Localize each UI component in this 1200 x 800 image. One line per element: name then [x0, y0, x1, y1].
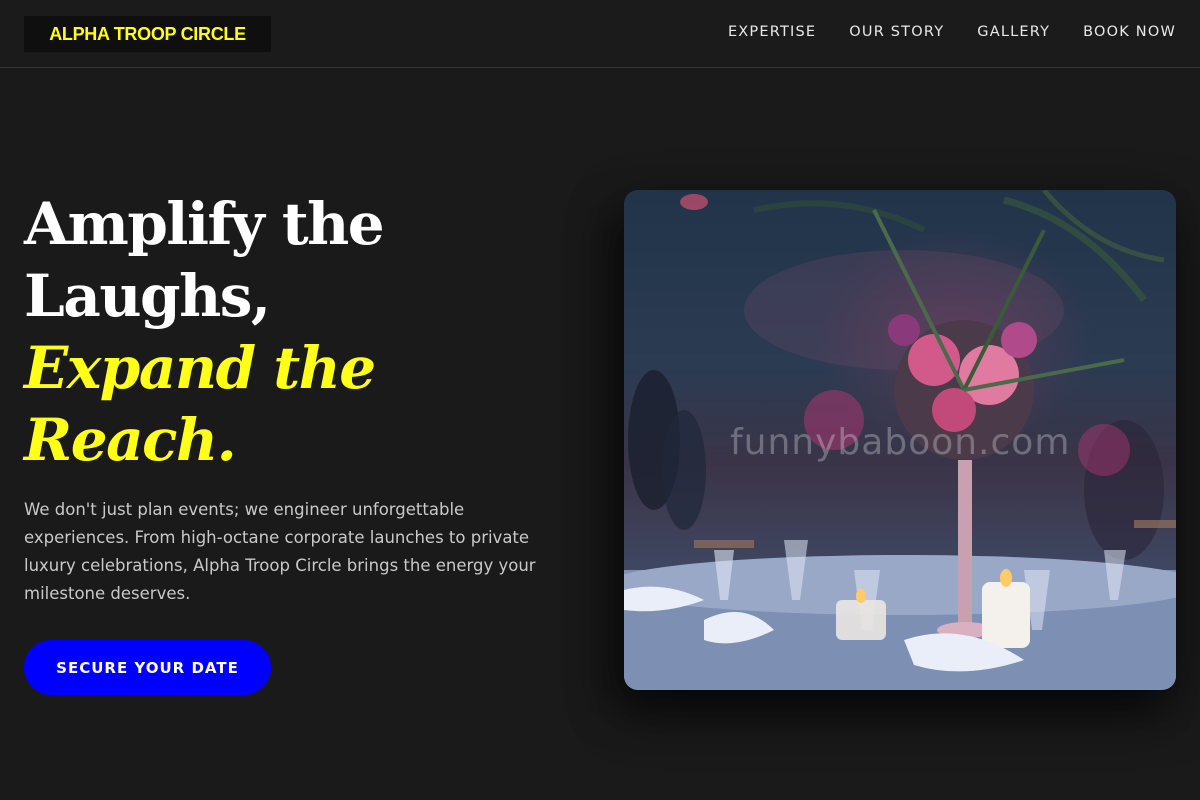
main-nav: EXPERTISE OUR STORY GALLERY BOOK NOW [728, 20, 1176, 44]
event-table-photo: funnybaboon.com [624, 190, 1176, 690]
brand-logo[interactable]: ALPHA TROOP CIRCLE [24, 16, 271, 52]
hero-description: We don't just plan events; we engineer u… [24, 500, 536, 603]
hero-title-line-3: Expand the [24, 334, 376, 402]
nav-link-expertise[interactable]: EXPERTISE [728, 24, 816, 40]
nav-link-our-story[interactable]: OUR STORY [849, 24, 944, 40]
secure-your-date-button[interactable]: SECURE YOUR DATE [24, 640, 271, 695]
site-header: ALPHA TROOP CIRCLE EXPERTISE OUR STORY G… [0, 0, 1200, 68]
nav-link-gallery[interactable]: GALLERY [977, 24, 1050, 40]
nav-link-book-now[interactable]: BOOK NOW [1083, 24, 1176, 40]
hero-title-line-2: Laughs, [24, 262, 271, 330]
hero-title: Amplify the Laughs, Expand the Reach. [24, 188, 584, 476]
image-watermark: funnybaboon.com [730, 422, 1071, 463]
hero-title-line-1: Amplify the [24, 190, 385, 258]
hero-title-line-4: Reach. [24, 406, 237, 474]
